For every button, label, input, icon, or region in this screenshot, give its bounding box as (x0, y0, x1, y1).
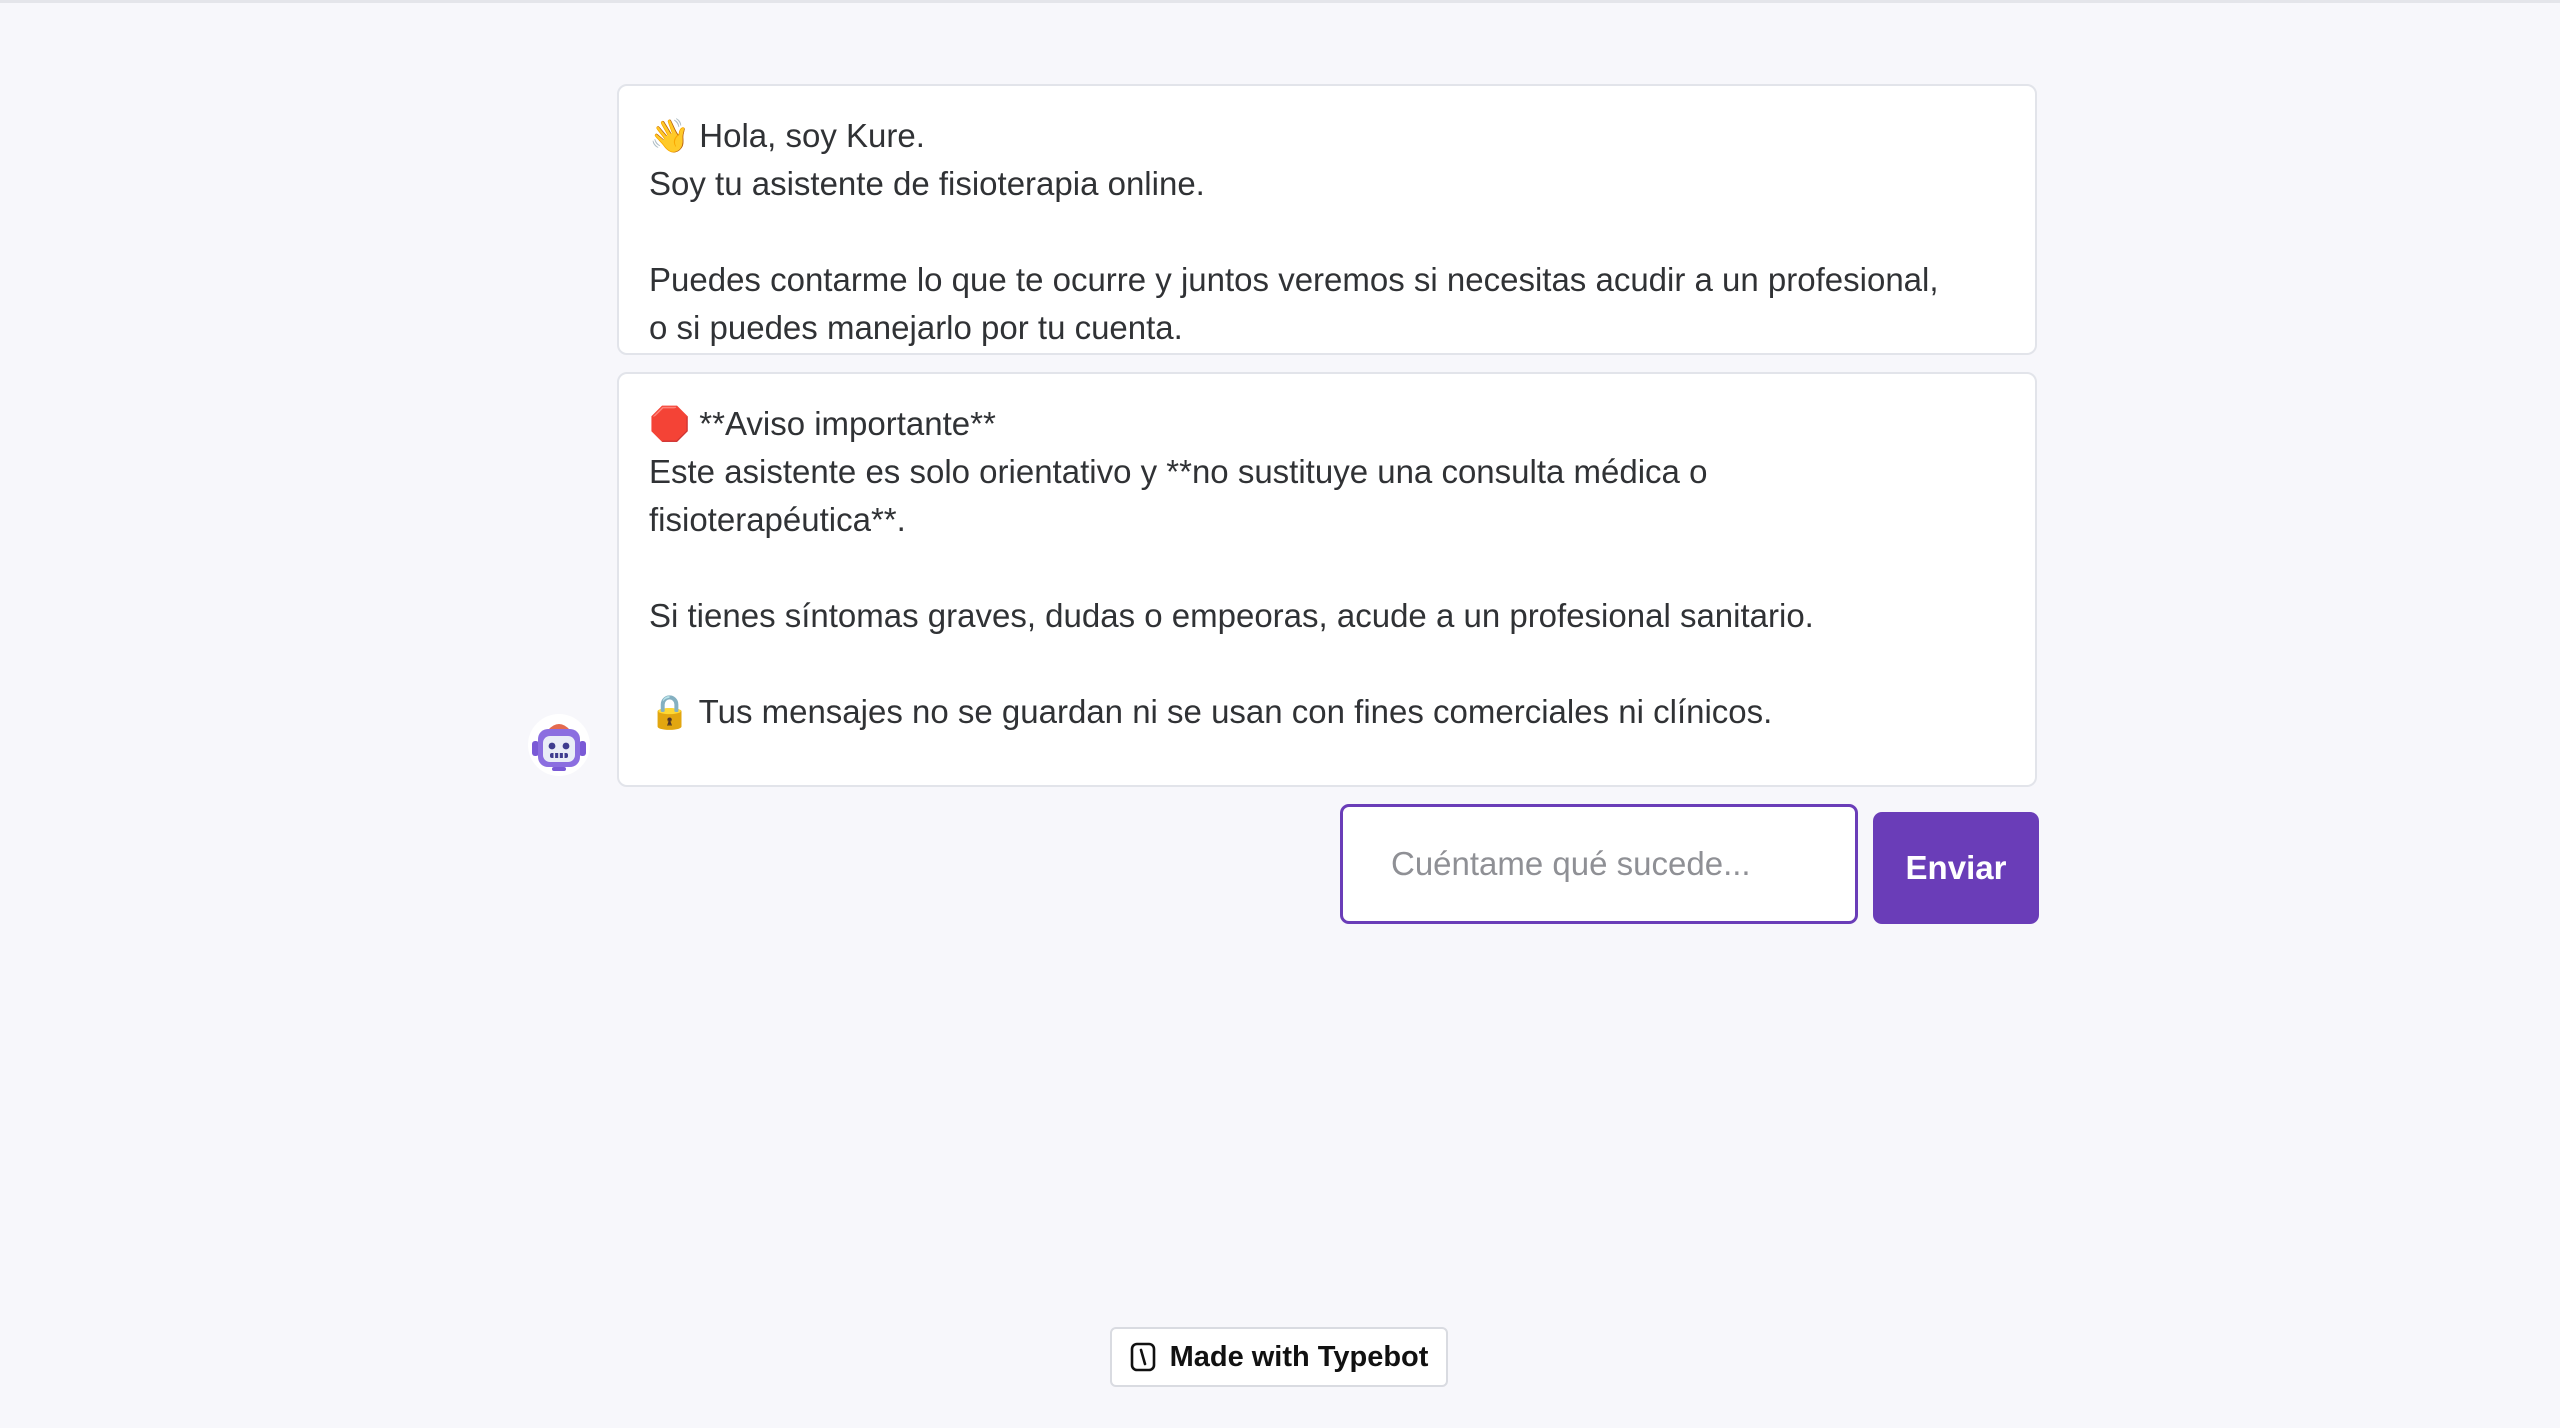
badge-label: Made with Typebot (1169, 1340, 1429, 1373)
bot-message-disclaimer: 🛑 **Aviso importante** Este asistente es… (617, 372, 2037, 787)
robot-icon (532, 724, 586, 771)
bot-message-greeting: 👋 Hola, soy Kure. Soy tu asistente de fi… (617, 84, 2037, 355)
made-with-typebot-link[interactable]: Made with Typebot (1110, 1327, 1448, 1387)
bot-avatar (528, 714, 590, 776)
chat-container: 👋 Hola, soy Kure. Soy tu asistente de fi… (0, 0, 2560, 1428)
typebot-logo-icon (1130, 1342, 1156, 1372)
message-input[interactable] (1343, 807, 1855, 921)
send-button[interactable]: Enviar (1873, 812, 2039, 924)
message-input-wrapper[interactable] (1340, 804, 1858, 924)
